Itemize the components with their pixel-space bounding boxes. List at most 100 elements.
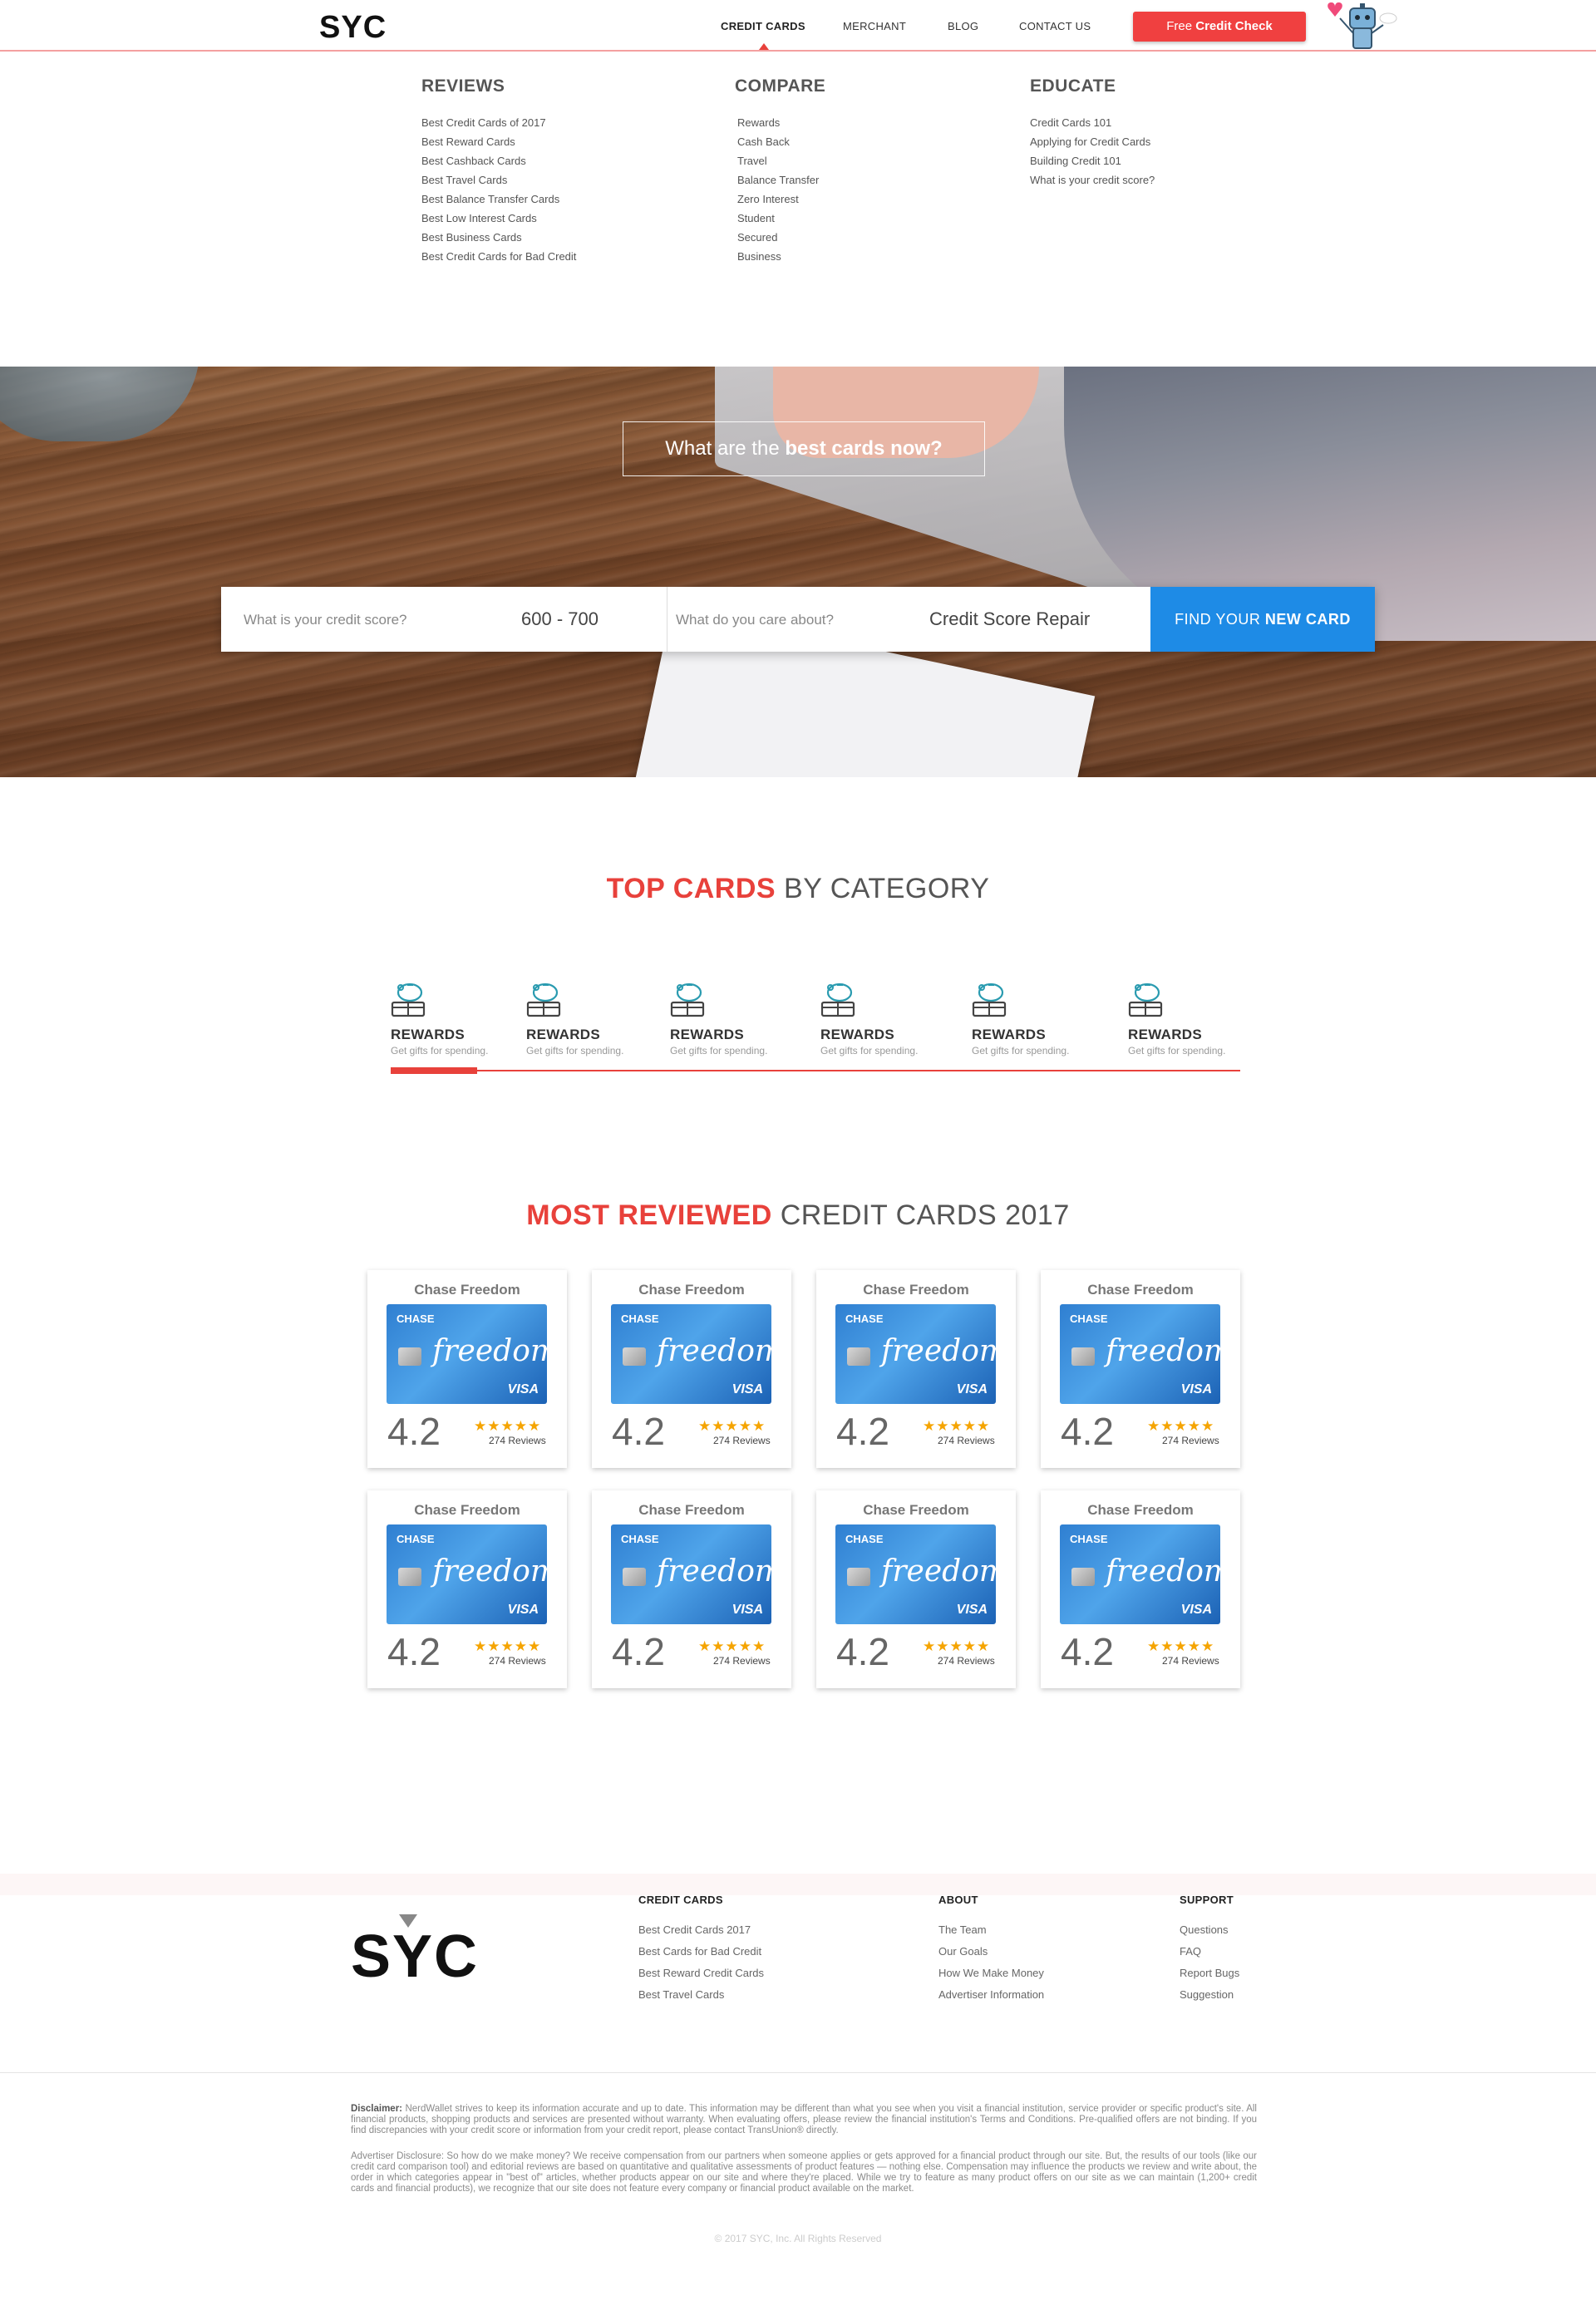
footer-col-title: ABOUT bbox=[938, 1894, 978, 1906]
category-tab-rewards[interactable]: REWARDS Get gifts for spending. bbox=[526, 981, 651, 1056]
review-count[interactable]: 274 Reviews bbox=[713, 1435, 771, 1446]
review-count[interactable]: 274 Reviews bbox=[489, 1435, 546, 1446]
rating-score: 4.2 bbox=[836, 1410, 889, 1453]
footer-col-about: ABOUT The Team Our Goals How We Make Mon… bbox=[938, 1894, 1044, 2006]
footer-link[interactable]: FAQ bbox=[1180, 1941, 1239, 1963]
site-logo[interactable]: SYC bbox=[319, 10, 387, 46]
find-button-bold: NEW CARD bbox=[1264, 611, 1351, 628]
menu-link[interactable]: Business bbox=[737, 247, 825, 266]
card-brand: CHASE bbox=[845, 1313, 884, 1325]
top-cards-title: TOP CARDS BY CATEGORY bbox=[0, 873, 1596, 905]
card-logo: freedom bbox=[1106, 1554, 1220, 1588]
footer-link[interactable]: Best Credit Cards 2017 bbox=[638, 1919, 764, 1941]
menu-educate-title: EDUCATE bbox=[1030, 76, 1116, 96]
nav-merchant[interactable]: MERCHANT bbox=[843, 20, 906, 32]
menu-link[interactable]: Balance Transfer bbox=[737, 170, 825, 190]
menu-link[interactable]: Secured bbox=[737, 228, 825, 247]
disclaimer-text: Disclaimer: NerdWallet strives to keep i… bbox=[351, 2104, 1257, 2136]
credit-score-label: What is your credit score? bbox=[244, 612, 407, 628]
menu-compare: COMPARE Rewards Cash Back Travel Balance… bbox=[735, 76, 825, 266]
product-card[interactable]: Chase Freedom CHASE freedom VISA 4.2 ★★★★★ 274… bbox=[592, 1490, 791, 1688]
best-cards-question-button[interactable]: What are the best cards now? bbox=[623, 421, 985, 476]
product-card[interactable]: Chase Freedom CHASE freedom VISA 4.2 ★★★★★ 274… bbox=[367, 1490, 567, 1688]
category-tab-rewards[interactable]: REWARDS Get gifts for spending. bbox=[670, 981, 795, 1056]
product-card[interactable]: Chase Freedom CHASE freedom VISA 4.2 ★★★★★ 274… bbox=[592, 1270, 791, 1468]
review-count[interactable]: 274 Reviews bbox=[938, 1655, 995, 1667]
footer-link[interactable]: Best Cards for Bad Credit bbox=[638, 1941, 764, 1963]
product-card[interactable]: Chase Freedom CHASE freedom VISA 4.2 ★★★★★ 274… bbox=[1041, 1490, 1240, 1688]
footer-link[interactable]: Best Reward Credit Cards bbox=[638, 1963, 764, 1984]
care-about-label: What do you care about? bbox=[676, 612, 834, 628]
category-underline bbox=[391, 1070, 1240, 1071]
rating-stars-icon: ★★★★★ bbox=[923, 1418, 991, 1434]
credit-card-image: CHASE freedom VISA bbox=[611, 1304, 771, 1404]
review-count[interactable]: 274 Reviews bbox=[489, 1655, 546, 1667]
advertiser-disclosure-text: Advertiser Disclosure: So how do we make… bbox=[351, 2151, 1257, 2194]
category-description: Get gifts for spending. bbox=[972, 1045, 1070, 1056]
product-card[interactable]: Chase Freedom CHASE freedom VISA 4.2 ★★★★★ 274… bbox=[816, 1490, 1016, 1688]
category-tab-rewards[interactable]: REWARDS Get gifts for spending. bbox=[820, 981, 945, 1056]
category-tab-rewards[interactable]: REWARDS Get gifts for spending. bbox=[972, 981, 1096, 1056]
footer-link[interactable]: Advertiser Information bbox=[938, 1984, 1044, 2006]
menu-link[interactable]: Credit Cards 101 bbox=[1030, 113, 1155, 132]
footer-link[interactable]: The Team bbox=[938, 1919, 1044, 1941]
menu-reviews: REVIEWS Best Credit Cards of 2017 Best R… bbox=[421, 76, 576, 266]
care-about-select[interactable]: What do you care about? Credit Score Rep… bbox=[667, 587, 1150, 652]
card-logo: freedom bbox=[657, 1334, 771, 1368]
footer-logo[interactable]: SYC bbox=[351, 1923, 479, 1991]
menu-link[interactable]: Building Credit 101 bbox=[1030, 151, 1155, 170]
piggy-bank-icon bbox=[391, 983, 426, 1017]
menu-link[interactable]: What is your credit score? bbox=[1030, 170, 1155, 190]
card-chip-icon bbox=[847, 1347, 870, 1366]
rating-stars-icon: ★★★★★ bbox=[1147, 1638, 1215, 1654]
nav-credit-cards[interactable]: CREDIT CARDS bbox=[721, 20, 805, 32]
footer-link[interactable]: Report Bugs bbox=[1180, 1963, 1239, 1984]
menu-link[interactable]: Applying for Credit Cards bbox=[1030, 132, 1155, 151]
category-description: Get gifts for spending. bbox=[820, 1045, 919, 1056]
most-reviewed-title-accent: MOST REVIEWED bbox=[526, 1199, 772, 1231]
credit-score-select[interactable]: What is your credit score? 600 - 700 bbox=[221, 587, 667, 652]
review-count[interactable]: 274 Reviews bbox=[1162, 1435, 1219, 1446]
menu-link[interactable]: Best Credit Cards for Bad Credit bbox=[421, 247, 576, 266]
menu-link[interactable]: Rewards bbox=[737, 113, 825, 132]
review-count[interactable]: 274 Reviews bbox=[713, 1655, 771, 1667]
product-card[interactable]: Chase Freedom CHASE freedom VISA 4.2 ★★★★★ 274… bbox=[816, 1270, 1016, 1468]
footer-link[interactable]: How We Make Money bbox=[938, 1963, 1044, 1984]
category-tab-rewards[interactable]: REWARDS Get gifts for spending. bbox=[391, 981, 515, 1056]
product-card[interactable]: Chase Freedom CHASE freedom VISA 4.2 ★★★★★ 274… bbox=[1041, 1270, 1240, 1468]
menu-link[interactable]: Best Low Interest Cards bbox=[421, 209, 576, 228]
credit-card-image: CHASE freedom VISA bbox=[611, 1524, 771, 1624]
footer-link[interactable]: Best Travel Cards bbox=[638, 1984, 764, 2006]
nav-contact-us[interactable]: CONTACT US bbox=[1019, 20, 1091, 32]
menu-link[interactable]: Best Reward Cards bbox=[421, 132, 576, 151]
review-count[interactable]: 274 Reviews bbox=[1162, 1655, 1219, 1667]
footer-link[interactable]: Suggestion bbox=[1180, 1984, 1239, 2006]
footer-link[interactable]: Our Goals bbox=[938, 1941, 1044, 1963]
card-network: VISA bbox=[956, 1382, 988, 1396]
find-new-card-button[interactable]: FIND YOUR NEW CARD bbox=[1150, 587, 1375, 652]
menu-link[interactable]: Best Cashback Cards bbox=[421, 151, 576, 170]
menu-link[interactable]: Best Balance Transfer Cards bbox=[421, 190, 576, 209]
category-description: Get gifts for spending. bbox=[391, 1045, 489, 1056]
menu-link[interactable]: Cash Back bbox=[737, 132, 825, 151]
footer-link[interactable]: Questions bbox=[1180, 1919, 1239, 1941]
menu-link[interactable]: Student bbox=[737, 209, 825, 228]
category-tab-rewards[interactable]: REWARDS Get gifts for spending. bbox=[1128, 981, 1253, 1056]
free-credit-check-button[interactable]: Free Credit Check bbox=[1133, 12, 1306, 42]
hero-question-prefix: What are the bbox=[665, 437, 786, 460]
review-count[interactable]: 274 Reviews bbox=[938, 1435, 995, 1446]
nav-blog[interactable]: BLOG bbox=[948, 20, 978, 32]
menu-link[interactable]: Best Credit Cards of 2017 bbox=[421, 113, 576, 132]
rating-stars-icon: ★★★★★ bbox=[1147, 1418, 1215, 1434]
card-network: VISA bbox=[956, 1603, 988, 1617]
card-chip-icon bbox=[623, 1568, 646, 1586]
menu-link[interactable]: Best Business Cards bbox=[421, 228, 576, 247]
product-card[interactable]: Chase Freedom CHASE freedom VISA 4.2 ★★★★★ 274… bbox=[367, 1270, 567, 1468]
rating-score: 4.2 bbox=[612, 1410, 665, 1453]
card-network: VISA bbox=[507, 1603, 539, 1617]
menu-link[interactable]: Zero Interest bbox=[737, 190, 825, 209]
credit-card-image: CHASE freedom VISA bbox=[835, 1304, 996, 1404]
menu-link[interactable]: Travel bbox=[737, 151, 825, 170]
rating-score: 4.2 bbox=[1061, 1630, 1114, 1673]
menu-link[interactable]: Best Travel Cards bbox=[421, 170, 576, 190]
